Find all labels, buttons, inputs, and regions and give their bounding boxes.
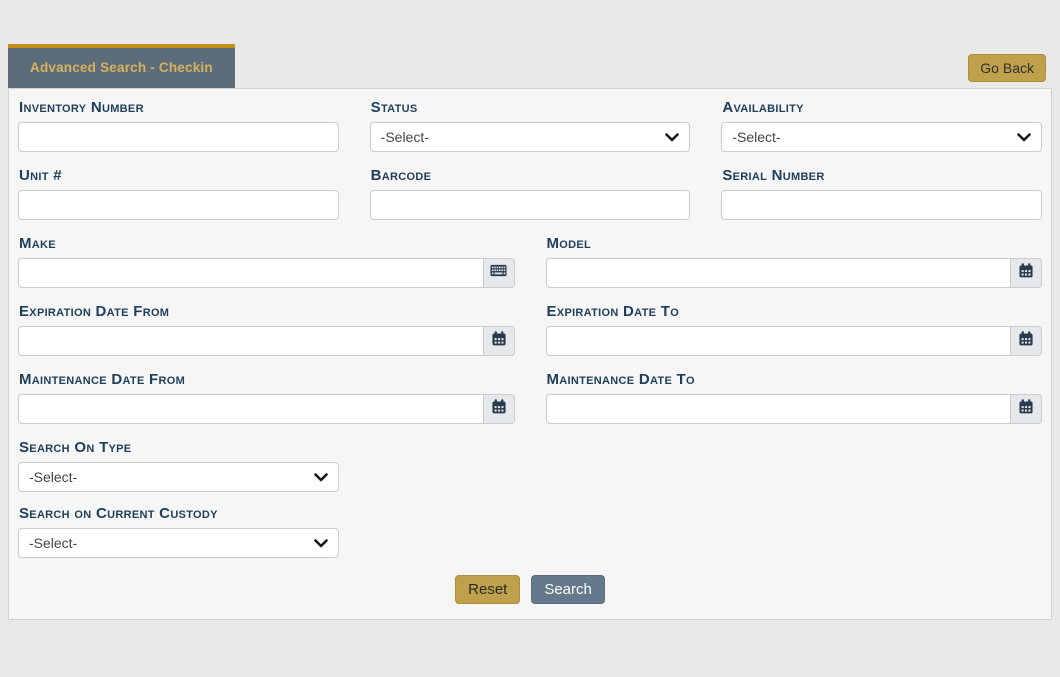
maintenance-date-from-label: Maintenance Date From: [19, 371, 515, 388]
chevron-down-icon: [665, 133, 679, 142]
make-addon-button[interactable]: [484, 258, 515, 288]
maintenance-date-to-calendar-button[interactable]: [1011, 394, 1042, 424]
make-label: Make: [19, 235, 515, 252]
expiration-date-to-calendar-button[interactable]: [1011, 326, 1042, 356]
field-maintenance-date-from: Maintenance Date From: [18, 369, 515, 424]
advanced-search-panel: Inventory Number Status -Select- Availab…: [8, 88, 1052, 620]
search-on-type-label: Search On Type: [19, 439, 339, 456]
calendar-icon: [1019, 399, 1033, 419]
field-status: Status -Select-: [370, 97, 691, 152]
model-addon-button[interactable]: [1011, 258, 1042, 288]
serial-number-input[interactable]: [721, 190, 1042, 220]
go-back-button[interactable]: Go Back: [968, 54, 1046, 82]
keyboard-icon: [490, 264, 507, 282]
field-search-on-current-custody: Search on Current Custody -Select-: [18, 505, 339, 558]
field-availability: Availability -Select-: [721, 97, 1042, 152]
barcode-input[interactable]: [370, 190, 691, 220]
availability-selected-value: -Select-: [732, 129, 780, 145]
field-make: Make: [18, 233, 515, 288]
expiration-date-from-calendar-button[interactable]: [484, 326, 515, 356]
search-on-current-custody-label: Search on Current Custody: [19, 505, 339, 522]
maintenance-date-from-calendar-button[interactable]: [484, 394, 515, 424]
expiration-date-from-input[interactable]: [18, 326, 484, 356]
field-barcode: Barcode: [370, 165, 691, 220]
expiration-date-to-input[interactable]: [546, 326, 1012, 356]
field-expiration-date-from: Expiration Date From: [18, 301, 515, 356]
status-label: Status: [371, 99, 691, 116]
field-maintenance-date-to: Maintenance Date To: [546, 369, 1043, 424]
chevron-down-icon: [314, 539, 328, 548]
field-search-on-type: Search On Type -Select-: [18, 439, 339, 492]
field-model: Model: [546, 233, 1043, 288]
availability-select[interactable]: -Select-: [721, 122, 1042, 152]
field-inventory-number: Inventory Number: [18, 97, 339, 152]
form-actions: Reset Search: [18, 575, 1042, 604]
search-button[interactable]: Search: [531, 575, 605, 604]
maintenance-date-to-input[interactable]: [546, 394, 1012, 424]
field-expiration-date-to: Expiration Date To: [546, 301, 1043, 356]
model-input[interactable]: [546, 258, 1012, 288]
reset-button[interactable]: Reset: [455, 575, 520, 604]
availability-label: Availability: [722, 99, 1042, 116]
tab-bar: Advanced Search - Checkin: [8, 44, 1060, 88]
maintenance-date-to-label: Maintenance Date To: [547, 371, 1043, 388]
calendar-icon: [492, 399, 506, 419]
search-on-type-selected-value: -Select-: [29, 469, 77, 485]
inventory-number-label: Inventory Number: [19, 99, 339, 116]
unit-number-label: Unit #: [19, 167, 339, 184]
inventory-number-input[interactable]: [18, 122, 339, 152]
chevron-down-icon: [1017, 133, 1031, 142]
search-on-type-select[interactable]: -Select-: [18, 462, 339, 492]
barcode-label: Barcode: [371, 167, 691, 184]
expiration-date-to-label: Expiration Date To: [547, 303, 1043, 320]
search-on-current-custody-select[interactable]: -Select-: [18, 528, 339, 558]
unit-number-input[interactable]: [18, 190, 339, 220]
status-select[interactable]: -Select-: [370, 122, 691, 152]
maintenance-date-from-input[interactable]: [18, 394, 484, 424]
calendar-icon: [1019, 263, 1033, 283]
status-selected-value: -Select-: [381, 129, 429, 145]
calendar-icon: [1019, 331, 1033, 351]
field-unit-number: Unit #: [18, 165, 339, 220]
search-on-current-custody-selected-value: -Select-: [29, 535, 77, 551]
tab-advanced-search-checkin[interactable]: Advanced Search - Checkin: [8, 44, 235, 88]
chevron-down-icon: [314, 473, 328, 482]
model-label: Model: [547, 235, 1043, 252]
make-input[interactable]: [18, 258, 484, 288]
expiration-date-from-label: Expiration Date From: [19, 303, 515, 320]
field-serial-number: Serial Number: [721, 165, 1042, 220]
calendar-icon: [492, 331, 506, 351]
serial-number-label: Serial Number: [722, 167, 1042, 184]
